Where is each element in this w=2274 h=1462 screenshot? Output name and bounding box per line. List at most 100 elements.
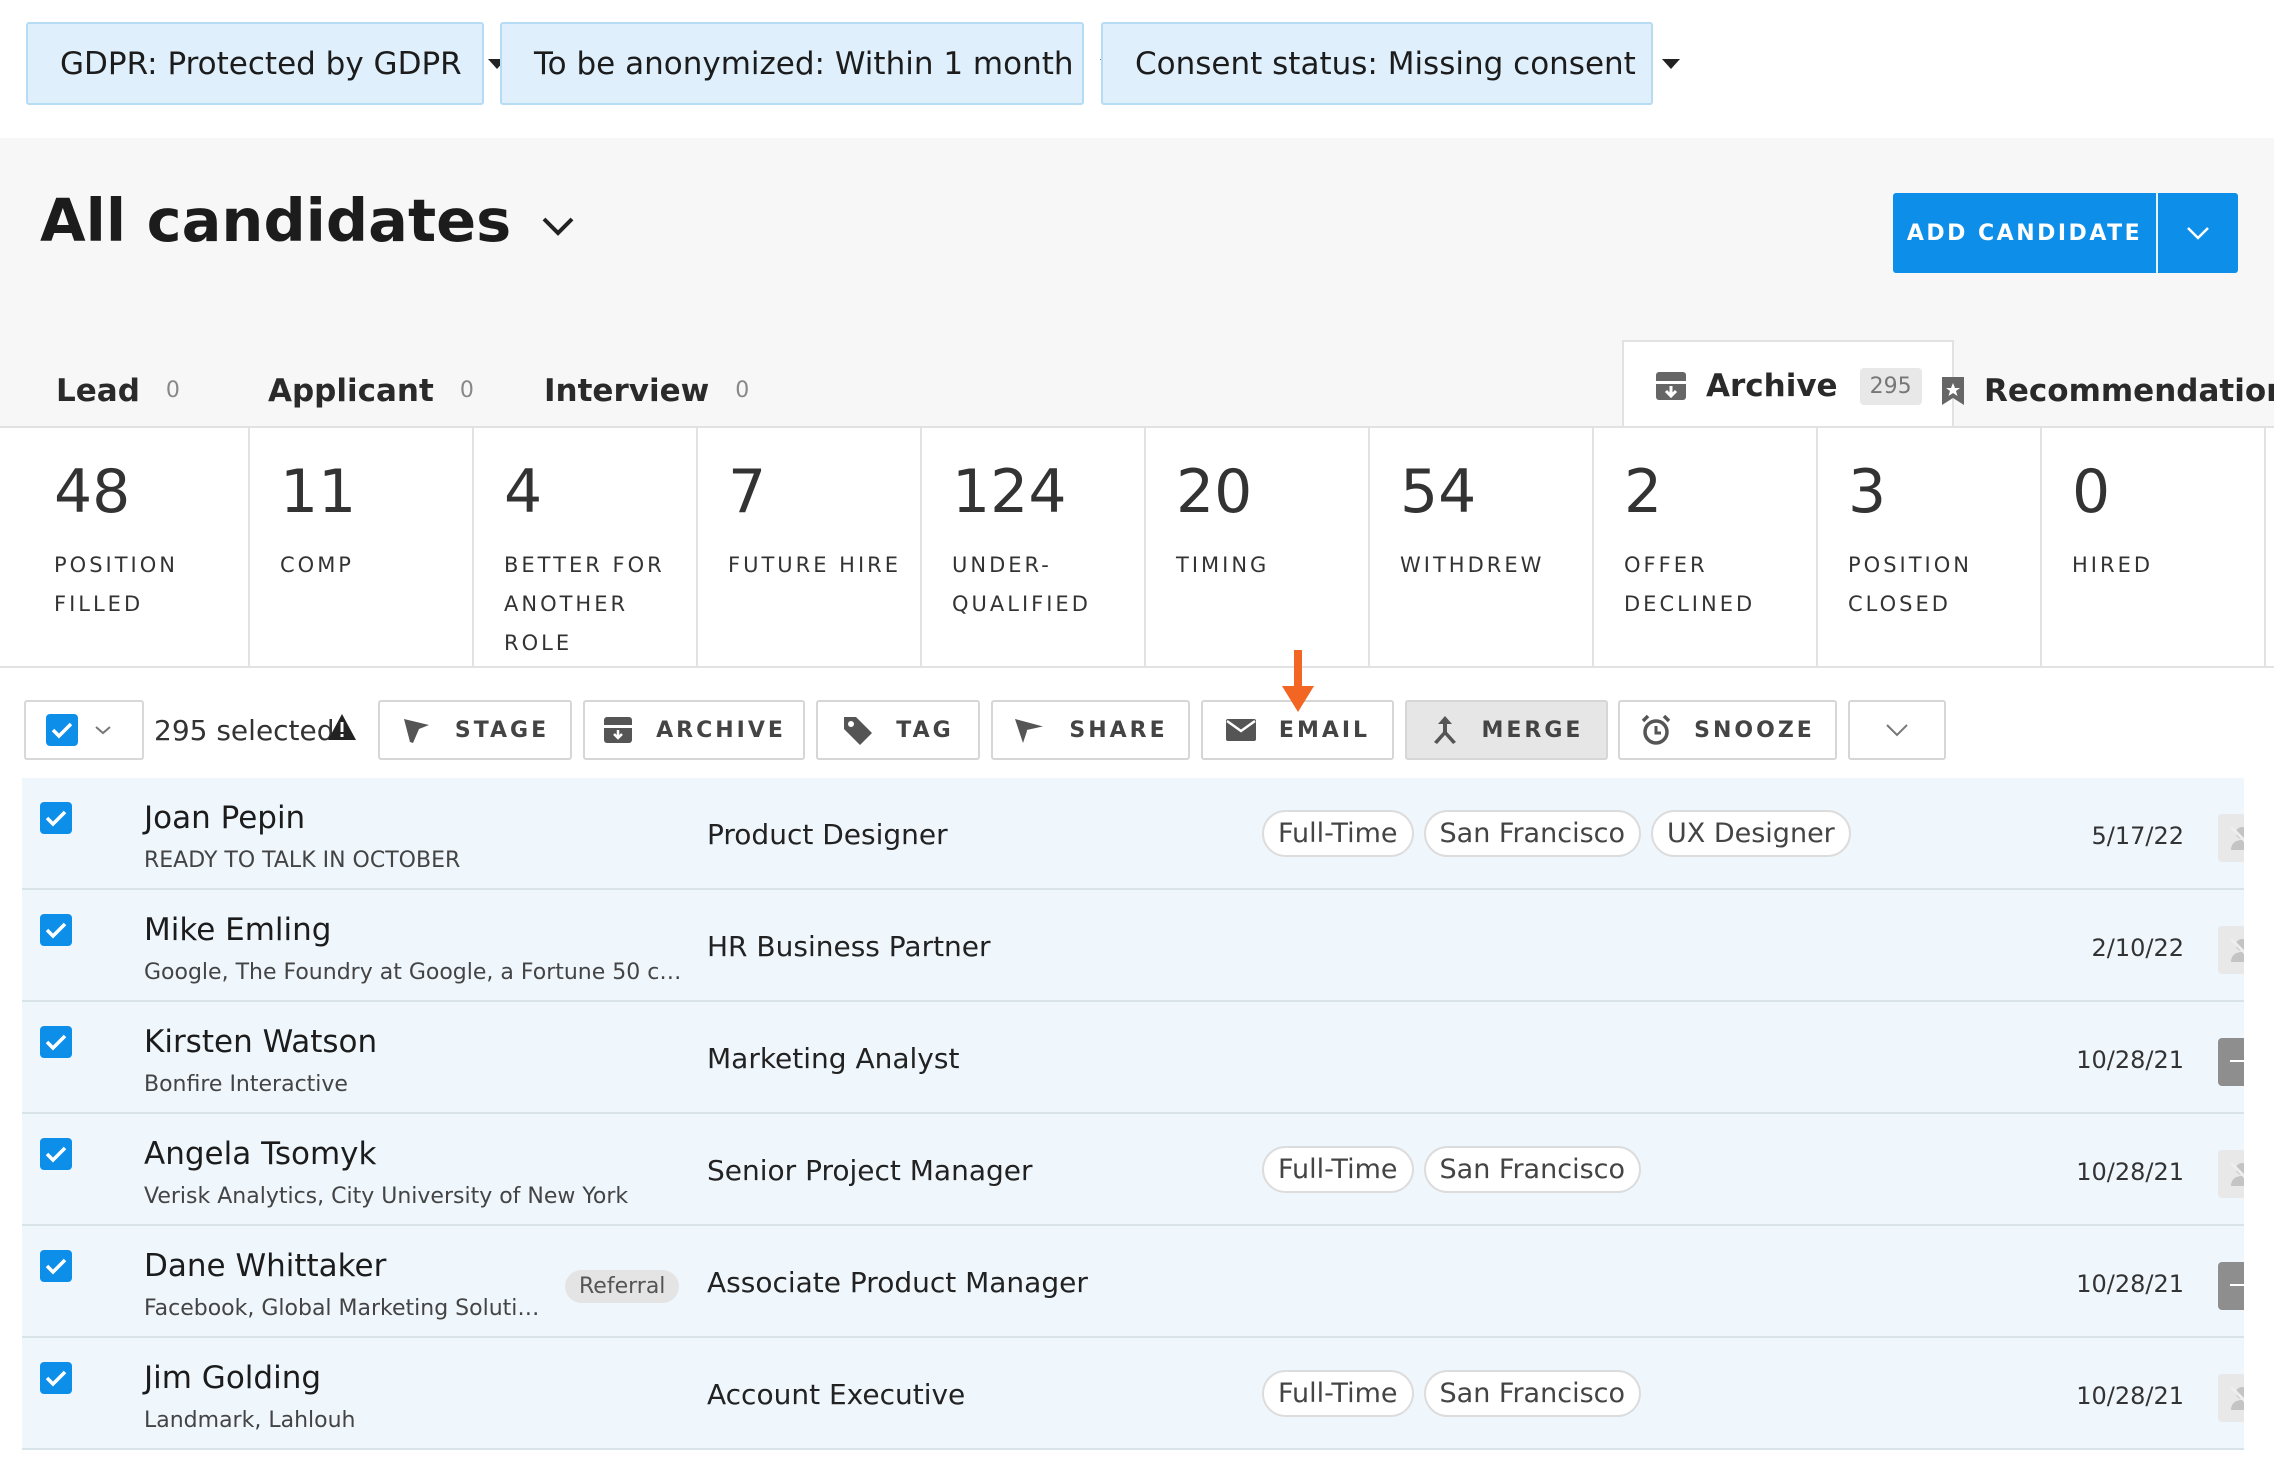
candidate-name[interactable]: Joan Pepin: [144, 800, 305, 836]
reason-future-hire[interactable]: 7 Future hire: [698, 428, 922, 666]
select-all-checkbox[interactable]: [46, 714, 78, 746]
page-title: All candidates: [40, 186, 512, 255]
tab-recommendations[interactable]: Recommendations: [1940, 353, 2274, 428]
candidate-position: Product Designer: [707, 818, 948, 851]
candidate-name[interactable]: Angela Tsomyk: [144, 1136, 377, 1172]
more-actions-button[interactable]: [1848, 700, 1946, 760]
email-button-label: EMAIL: [1278, 717, 1371, 743]
reason-count: 4: [504, 457, 543, 527]
filter-gdpr[interactable]: GDPR: Protected by GDPR: [26, 22, 506, 105]
selected-count: 295 selected: [154, 714, 335, 747]
candidate-name[interactable]: Mike Emling: [144, 912, 331, 948]
table-row[interactable]: Jim Golding Landmark, Lahlouh Account Ex…: [22, 1338, 2266, 1450]
table-row[interactable]: Mike Emling Google, The Foundry at Googl…: [22, 890, 2266, 1002]
tag-list: Full-Time San Francisco: [1262, 1370, 1641, 1417]
table-row[interactable]: Angela Tsomyk Verisk Analytics, City Uni…: [22, 1114, 2266, 1226]
chevron-down-icon: [1886, 724, 1908, 737]
tag-pill[interactable]: Full-Time: [1262, 1370, 1414, 1417]
reason-label: Hired: [2072, 553, 2154, 577]
archive-box-icon: [602, 715, 634, 745]
candidate-date: 2/10/22: [2091, 934, 2184, 962]
reason-timing[interactable]: 20 Timing: [1146, 428, 1370, 666]
tag-pill[interactable]: Full-Time: [1262, 1146, 1414, 1193]
tag-button[interactable]: TAG: [816, 700, 980, 760]
snooze-button-label: SNOOZE: [1694, 717, 1815, 743]
caret-down-icon: [1661, 58, 1680, 69]
reason-count: 54: [1400, 457, 1477, 527]
snooze-button[interactable]: SNOOZE: [1618, 700, 1837, 760]
tag-pill[interactable]: San Francisco: [1423, 1146, 1641, 1193]
reason-offer-declined[interactable]: 2 Offer declined: [1594, 428, 1818, 666]
filter-consent[interactable]: Consent status: Missing consent: [1101, 22, 1680, 105]
add-candidate-button[interactable]: ADD CANDIDATE: [1893, 193, 2158, 273]
table-row[interactable]: Kirsten Watson Bonfire Interactive Marke…: [22, 1002, 2266, 1114]
stage-button[interactable]: STAGE: [378, 700, 572, 760]
candidate-name[interactable]: Jim Golding: [144, 1360, 321, 1396]
reason-position-closed[interactable]: 3 Position closed: [1818, 428, 2042, 666]
row-checkbox[interactable]: [40, 802, 72, 834]
add-candidate-dropdown[interactable]: [2158, 193, 2238, 273]
row-checkbox[interactable]: [40, 914, 72, 946]
share-button[interactable]: SHARE: [991, 700, 1190, 760]
reason-count: 11: [280, 457, 357, 527]
chevron-down-icon: [542, 217, 574, 236]
tab-lead[interactable]: Lead 0: [56, 353, 180, 428]
tag-pill[interactable]: UX Designer: [1651, 810, 1851, 857]
chevron-down-icon: [2187, 227, 2209, 240]
reason-label: Under-qualified: [952, 553, 1091, 616]
reason-label: Withdrew: [1400, 553, 1545, 577]
tag-list: Full-Time San Francisco: [1262, 1146, 1641, 1193]
check-icon: [45, 1370, 67, 1387]
candidate-date: 5/17/22: [2091, 822, 2184, 850]
table-row[interactable]: Dane Whittaker Facebook, Global Marketin…: [22, 1226, 2266, 1338]
alarm-clock-icon: [1640, 714, 1672, 746]
tab-archive[interactable]: Archive 295: [1622, 340, 1954, 430]
candidate-name[interactable]: Kirsten Watson: [144, 1024, 377, 1060]
select-all-dropdown[interactable]: [24, 700, 144, 760]
tag-pill[interactable]: San Francisco: [1423, 810, 1641, 857]
filter-anonymize[interactable]: To be anonymized: Within 1 month: [500, 22, 1118, 105]
reason-count: 48: [54, 457, 131, 527]
reason-count: 2: [1624, 457, 1663, 527]
scroll-gutter: [2244, 778, 2274, 1462]
tab-count: 0: [735, 378, 750, 403]
reason-label: Timing: [1176, 553, 1270, 577]
reason-under-qualified[interactable]: 124 Under-qualified: [922, 428, 1146, 666]
reason-withdrew[interactable]: 54 Withdrew: [1370, 428, 1594, 666]
archive-button[interactable]: ARCHIVE: [583, 700, 805, 760]
warning-icon[interactable]: [326, 712, 358, 746]
candidate-date: 10/28/21: [2076, 1158, 2184, 1186]
tab-applicant[interactable]: Applicant 0: [268, 353, 474, 428]
tag-button-label: TAG: [896, 717, 954, 743]
share-button-label: SHARE: [1069, 717, 1168, 743]
candidate-subtitle: READY TO TALK IN OCTOBER: [144, 848, 461, 873]
reason-hired[interactable]: 0 Hired: [2042, 428, 2266, 666]
candidate-subtitle: Facebook, Global Marketing Solutio...: [144, 1296, 544, 1321]
reason-position-filled[interactable]: 48 Position filled: [0, 428, 250, 666]
row-checkbox[interactable]: [40, 1250, 72, 1282]
row-checkbox[interactable]: [40, 1362, 72, 1394]
candidate-position: HR Business Partner: [707, 930, 991, 963]
view-selector[interactable]: All candidates: [40, 186, 575, 255]
stage-button-label: STAGE: [454, 717, 550, 743]
tab-count: 295: [1859, 367, 1922, 405]
check-icon: [45, 1258, 67, 1275]
tag-pill[interactable]: Full-Time: [1262, 810, 1414, 857]
reason-comp[interactable]: 11 Comp: [250, 428, 474, 666]
merge-icon: [1430, 714, 1460, 746]
row-checkbox[interactable]: [40, 1138, 72, 1170]
referral-badge: Referral: [565, 1270, 680, 1303]
archive-button-label: ARCHIVE: [656, 717, 786, 743]
reason-count: 0: [2072, 457, 2111, 527]
tab-label: Applicant: [268, 372, 434, 409]
candidate-name[interactable]: Dane Whittaker: [144, 1248, 386, 1284]
tab-count: 0: [459, 378, 474, 403]
row-checkbox[interactable]: [40, 1026, 72, 1058]
reason-better-for-another-role[interactable]: 4 Better for another role: [474, 428, 698, 666]
merge-button[interactable]: MERGE: [1405, 700, 1608, 760]
tag-pill[interactable]: San Francisco: [1423, 1370, 1641, 1417]
table-row[interactable]: Joan Pepin READY TO TALK IN OCTOBER Prod…: [22, 778, 2266, 890]
candidate-date: 10/28/21: [2076, 1270, 2184, 1298]
check-icon: [45, 1146, 67, 1163]
tab-interview[interactable]: Interview 0: [544, 353, 749, 428]
